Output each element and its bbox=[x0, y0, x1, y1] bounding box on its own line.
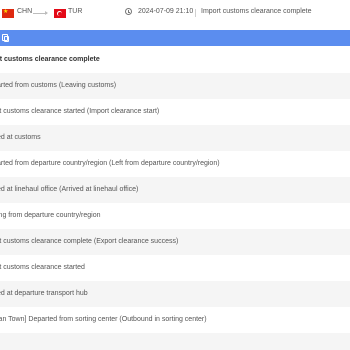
tracking-event-row: ed at departure transport hub bbox=[0, 281, 350, 307]
turkey-flag-icon bbox=[54, 9, 66, 18]
latest-timestamp: 2024-07-09 21:10 bbox=[138, 8, 194, 15]
china-flag-icon: ★ bbox=[2, 9, 14, 18]
tracking-event-row: ing from departure country/region bbox=[0, 212, 101, 219]
latest-status: Import customs clearance complete bbox=[201, 8, 312, 15]
tracking-event-row: arted from departure country/region (Lef… bbox=[0, 160, 220, 167]
tracking-events-list: rt customs clearance complete arted from… bbox=[0, 47, 350, 350]
tracking-event-row-partial bbox=[0, 333, 350, 350]
tracking-event-row: arted from customs (Leaving customs) bbox=[0, 73, 350, 99]
route-arrow-icon bbox=[33, 11, 48, 15]
tracking-event-row: rt customs clearance started bbox=[0, 264, 85, 271]
copy-icon[interactable] bbox=[2, 34, 9, 42]
tracking-event-row: rt customs clearance complete (Export cl… bbox=[0, 229, 350, 255]
shipment-header: ★ CHN TUR 2024-07-09 21:10 Import custom… bbox=[0, 0, 350, 28]
tracking-event-row: ed at linehaul office (Arrived at lineha… bbox=[0, 177, 350, 203]
tracking-event-row: ian Town] Departed from sorting center (… bbox=[0, 316, 207, 323]
origin-code: CHN bbox=[17, 8, 33, 15]
tracking-event-row: ed at customs bbox=[0, 125, 350, 151]
clock-icon bbox=[125, 8, 132, 15]
destination-code: TUR bbox=[68, 8, 83, 15]
header-divider bbox=[195, 9, 196, 17]
tracking-page: ★ CHN TUR 2024-07-09 21:10 Import custom… bbox=[0, 0, 350, 350]
toolbar-bar bbox=[0, 30, 350, 46]
tracking-event-row: rt customs clearance complete bbox=[0, 56, 100, 63]
tracking-event-row: rt customs clearance started (Import cle… bbox=[0, 108, 160, 115]
